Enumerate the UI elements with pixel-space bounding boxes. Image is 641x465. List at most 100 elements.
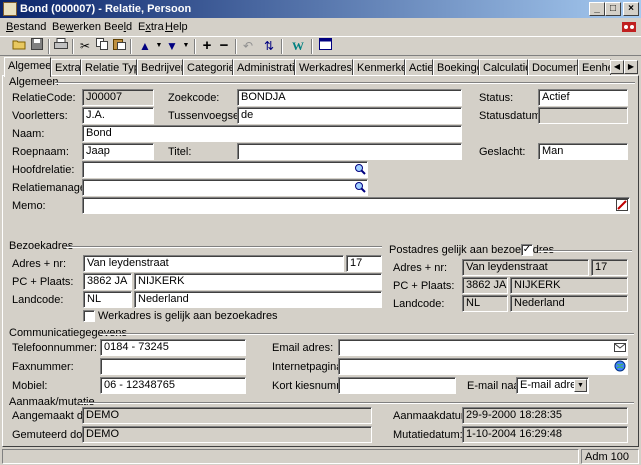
app-icon[interactable] (3, 2, 17, 16)
emailnaar-select[interactable]: E-mail adres ▼ (516, 377, 589, 394)
bezoek-adres-label: Adres + nr: (12, 258, 67, 270)
menu-extra[interactable]: Extra (138, 21, 164, 33)
email-field[interactable] (338, 339, 628, 356)
mobiel-label: Mobiel: (12, 380, 48, 392)
refresh-icon[interactable]: ⇅ (260, 38, 278, 55)
search-icon[interactable] (353, 163, 366, 176)
tab-strip: Algemeen Extra Relatie Type Bedrijven Ca… (2, 57, 639, 77)
word-icon[interactable]: W (289, 38, 307, 55)
status-field[interactable]: Actief (538, 89, 628, 106)
fax-field[interactable] (100, 358, 246, 375)
menu-beeld[interactable]: Beeld (104, 21, 132, 33)
werkadres-label: Werkadres is gelijk aan bezoekadres (98, 310, 278, 322)
bezoek-land-field[interactable]: Nederland (134, 291, 382, 308)
tab-eenheid[interactable]: Eenheid (578, 59, 611, 76)
menu-bar: Bestand Bewerken Beeld Extra Help (0, 18, 641, 36)
copy-icon[interactable] (93, 38, 111, 55)
paste-icon[interactable] (110, 38, 128, 55)
tab-acties[interactable]: Acties (405, 59, 433, 76)
bezoek-nr-field[interactable]: 17 (346, 255, 382, 272)
titel-field[interactable] (237, 143, 462, 160)
globe-icon[interactable] (613, 360, 626, 373)
post-landcode-field[interactable]: NL (462, 295, 508, 312)
bezoek-pc-label: PC + Plaats: (12, 276, 74, 288)
menu-bewerken[interactable]: Bewerken (52, 21, 101, 33)
status-user: Adm 100 (581, 449, 639, 464)
mobiel-field[interactable]: 06 - 12348765 (100, 377, 246, 394)
internet-field[interactable] (338, 358, 628, 375)
mail-icon[interactable] (613, 341, 626, 354)
search-icon[interactable] (353, 181, 366, 194)
mutatiedatum-field[interactable]: 1-10-2004 16:29:48 (462, 426, 628, 443)
post-land-label: Landcode: (393, 298, 445, 310)
post-land-field[interactable]: Nederland (510, 295, 628, 312)
title-bar[interactable]: Bond (000007) - Relatie, Persoon _ □ × (0, 0, 641, 18)
tab-scroll-right-icon[interactable]: ▶ (624, 60, 638, 74)
zoekcode-label: Zoekcode: (168, 92, 220, 104)
status-label: Status: (479, 92, 514, 104)
titel-label: Titel: (168, 146, 192, 158)
open-folder-icon[interactable] (10, 38, 28, 55)
cut-icon[interactable]: ✂ (76, 38, 94, 55)
tab-bedrijven[interactable]: Bedrijven (137, 59, 183, 76)
post-nr-field[interactable]: 17 (591, 259, 628, 276)
tab-werkadressen[interactable]: Werkadressen (295, 59, 353, 76)
telefoon-field[interactable]: 0184 - 73245 (100, 339, 246, 356)
post-plaats-field[interactable]: NIJKERK (510, 277, 628, 294)
tab-relatie-type[interactable]: Relatie Type (81, 59, 137, 76)
relatiecode-field[interactable]: J00007 (82, 89, 154, 106)
roepnaam-label: Roepnaam: (12, 146, 69, 158)
group-title-bezoekadres: Bezoekadres (9, 240, 74, 252)
naam-field[interactable]: Bond (82, 125, 462, 142)
bezoek-pc-field[interactable]: 3862 JA (83, 273, 132, 290)
postadres-gelijk-checkbox[interactable]: ✓ (521, 244, 533, 256)
chevron-down-icon[interactable]: ▼ (177, 38, 195, 55)
undo-icon[interactable]: ↶ (239, 38, 257, 55)
statusdatum-label: Statusdatum: (479, 110, 544, 122)
roepnaam-field[interactable]: Jaap (82, 143, 154, 160)
post-straat-field[interactable]: Van leydenstraat (462, 259, 589, 276)
print-icon[interactable] (52, 38, 70, 55)
memo-label: Memo: (12, 200, 46, 212)
edit-memo-icon[interactable] (615, 199, 628, 212)
tussenvoegsels-field[interactable]: de (237, 107, 462, 124)
tab-boekingen[interactable]: Boekingen (433, 59, 479, 76)
bezoek-straat-field[interactable]: Van leydenstraat (83, 255, 344, 272)
voorletters-field[interactable]: J.A. (82, 107, 154, 124)
statusdatum-field[interactable] (538, 107, 628, 124)
tab-extra[interactable]: Extra (51, 59, 81, 76)
gemuteerd-field[interactable]: DEMO (82, 426, 372, 443)
menu-bestand[interactable]: Bestand (6, 21, 46, 33)
tab-categorieen[interactable]: Categorieen (183, 59, 233, 76)
zoekcode-field[interactable]: BONDJA (237, 89, 462, 106)
bezoek-landcode-field[interactable]: NL (83, 291, 132, 308)
tab-documenten[interactable]: Documenten (528, 59, 578, 76)
mdi-app-icon[interactable] (621, 20, 637, 34)
kort-kiesnummer-field[interactable] (338, 377, 456, 394)
tab-scroll-left-icon[interactable]: ◀ (610, 60, 624, 74)
tab-calculaties[interactable]: Calculaties (479, 59, 528, 76)
save-icon[interactable] (28, 38, 46, 55)
relatiemanager-label: Relatiemanager: (12, 182, 93, 194)
window-icon[interactable] (316, 38, 334, 55)
maximize-button[interactable]: □ (605, 2, 621, 16)
memo-field[interactable] (82, 197, 630, 214)
hoofdrelatie-field[interactable] (82, 161, 368, 178)
status-cell-main (2, 449, 579, 464)
tab-administraties[interactable]: Administraties (233, 59, 295, 76)
tab-algemeen[interactable]: Algemeen (4, 57, 51, 77)
tab-kenmerken[interactable]: Kenmerken (353, 59, 405, 76)
minimize-button[interactable]: _ (589, 2, 605, 16)
aanmaakdatum-field[interactable]: 29-9-2000 18:28:35 (462, 407, 628, 424)
bezoek-plaats-field[interactable]: NIJKERK (134, 273, 382, 290)
menu-help[interactable]: Help (165, 21, 188, 33)
geslacht-field[interactable]: Man (538, 143, 628, 160)
aangemaakt-field[interactable]: DEMO (82, 407, 372, 424)
close-button[interactable]: × (623, 2, 639, 16)
post-pc-field[interactable]: 3862 JA (462, 277, 508, 294)
werkadres-checkbox[interactable] (83, 310, 95, 322)
relatiemanager-field[interactable] (82, 179, 368, 196)
chevron-down-icon[interactable]: ▼ (574, 379, 587, 392)
remove-icon[interactable]: − (215, 38, 233, 55)
add-icon[interactable]: + (198, 38, 216, 55)
